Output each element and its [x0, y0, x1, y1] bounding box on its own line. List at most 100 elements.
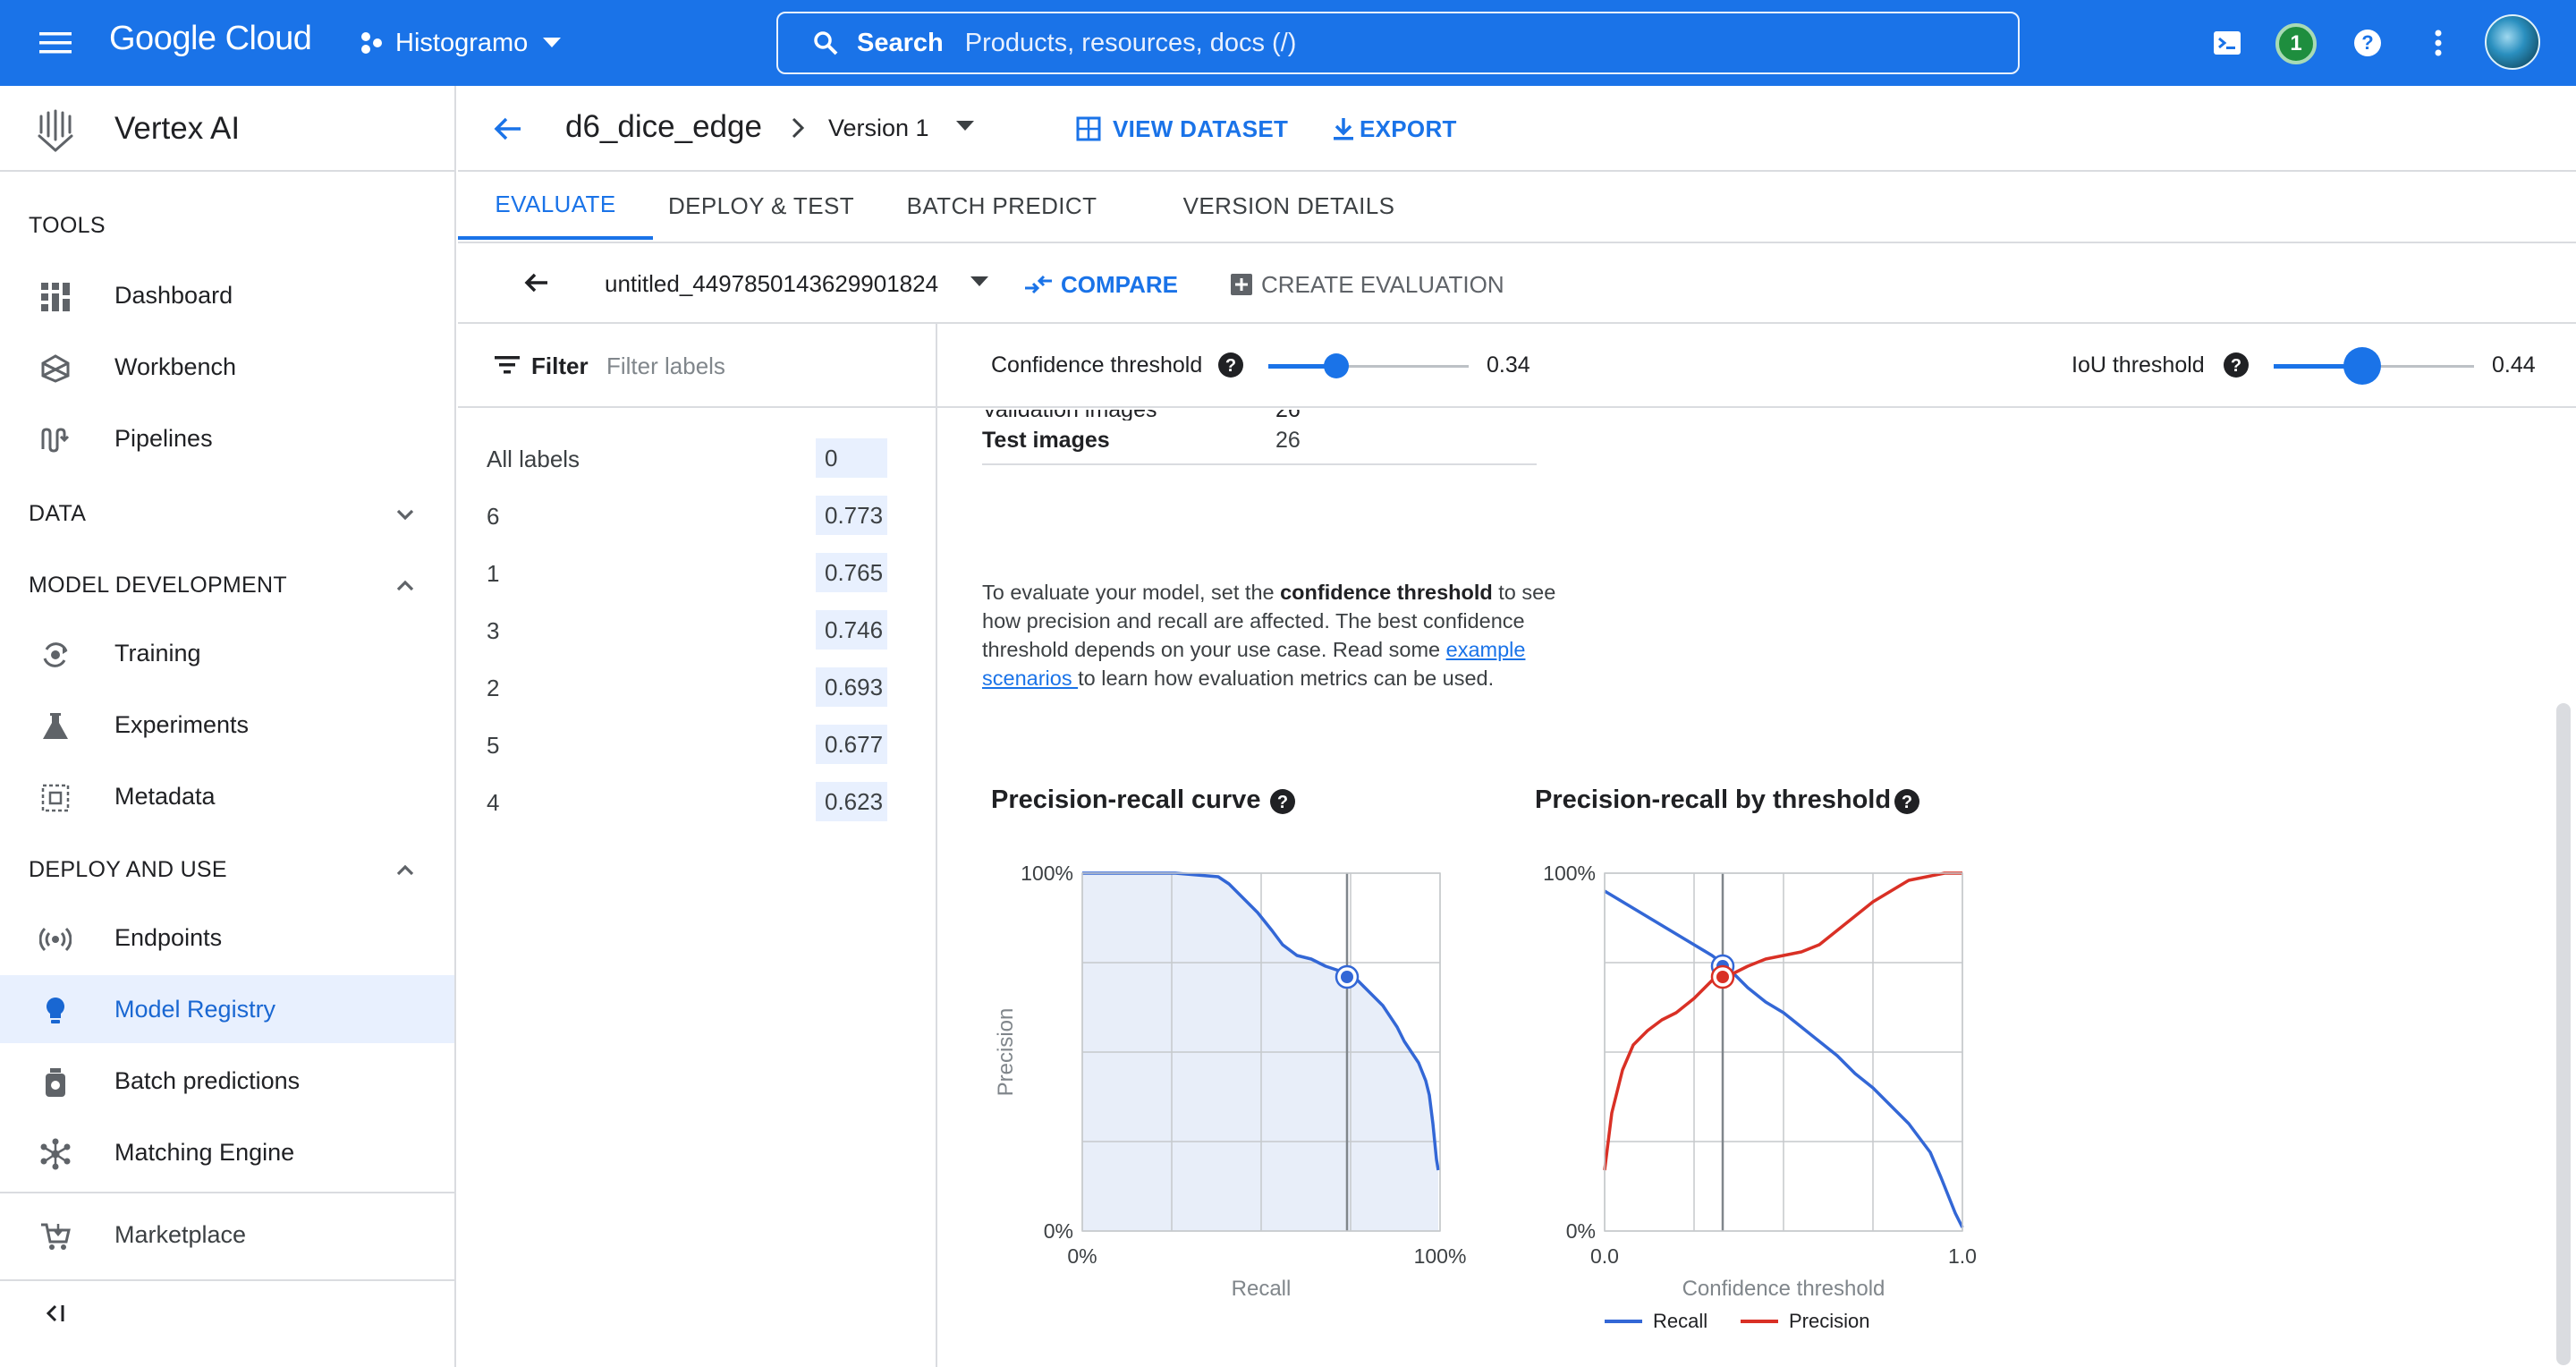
sidebar-item-endpoints[interactable]: Endpoints — [0, 904, 454, 972]
cloud-shell-icon[interactable] — [2209, 25, 2245, 61]
label-name: 2 — [487, 675, 500, 701]
label-row[interactable]: 4 0.623 — [458, 773, 937, 830]
training-icon — [39, 639, 72, 671]
filter-bar: Filter — [458, 324, 937, 408]
user-avatar[interactable] — [2485, 14, 2540, 70]
threshold-marker-dot — [1341, 971, 1353, 983]
search-bar[interactable]: Search — [776, 12, 2020, 74]
y-tick-label: 100% — [1021, 862, 1073, 885]
view-dataset-button[interactable]: VIEW DATASET — [1075, 109, 1288, 149]
more-vert-icon[interactable] — [2420, 25, 2456, 61]
chevron-down-icon — [394, 503, 417, 526]
label-row[interactable]: 1 0.765 — [458, 544, 937, 601]
slider-thumb[interactable] — [1324, 353, 1350, 378]
sidebar-item-experiments[interactable]: Experiments — [0, 691, 454, 759]
confidence-threshold-value: 0.34 — [1487, 352, 1530, 378]
evaluation-charts: 100%0%0% 100%RecallPrecision100%0%0.0 1.0C… — [994, 862, 1977, 1332]
iou-threshold-slider[interactable] — [2274, 347, 2474, 385]
content-scrollbar-thumb[interactable] — [2556, 703, 2571, 1365]
sidebar-item-dashboard[interactable]: Dashboard — [0, 261, 454, 329]
sidebar-item-training[interactable]: Training — [0, 619, 454, 687]
sidebar-item-label: Endpoints — [114, 923, 223, 951]
collapse-sidebar-icon[interactable] — [43, 1301, 70, 1326]
iou-threshold-value: 0.44 — [2492, 352, 2536, 378]
section-deploy-and-use-toggle[interactable]: DEPLOY AND USE — [0, 845, 456, 895]
sidebar-divider — [0, 1279, 454, 1281]
section-data: DATA — [29, 501, 87, 526]
sidebar-item-metadata[interactable]: Metadata — [0, 762, 454, 830]
label-row[interactable]: 2 0.693 — [458, 658, 937, 716]
label-row[interactable]: All labels 0 — [458, 429, 937, 487]
filter-labels-input[interactable] — [606, 347, 911, 385]
label-name: All labels — [487, 446, 580, 472]
compare-arrows-icon — [1023, 272, 1054, 297]
section-data-toggle[interactable]: DATA — [0, 488, 456, 539]
hamburger-menu-icon[interactable] — [36, 25, 75, 61]
sidebar-item-label: Marketplace — [114, 1220, 247, 1248]
section-tools: TOOLS — [29, 213, 106, 238]
sidebar-item-pipelines[interactable]: Pipelines — [0, 404, 454, 472]
tab-evaluate[interactable]: EVALUATE — [458, 172, 653, 240]
export-button[interactable]: EXPORT — [1331, 109, 1457, 149]
dashboard-icon — [39, 281, 72, 313]
svg-text:?: ? — [2231, 356, 2241, 376]
evaluation-selector[interactable]: untitled_4497850143629901824 — [605, 270, 938, 298]
labels-panel: Filter All labels 0 6 0.773 1 0.765 3 0.746 2 0.6… — [458, 324, 937, 1367]
project-selector[interactable]: Histogramo — [358, 25, 562, 61]
metadata-icon — [39, 782, 72, 814]
tab-version-details[interactable]: VERSION DETAILS — [1157, 172, 1420, 240]
slider-thumb[interactable] — [2343, 347, 2381, 385]
tab-deploy-test[interactable]: DEPLOY & TEST — [646, 172, 877, 240]
create-evaluation-button[interactable]: CREATE EVALUATION — [1229, 265, 1504, 304]
sidebar-item-label: Experiments — [114, 710, 250, 738]
batch-predictions-icon — [39, 1066, 72, 1099]
label-value: 0.773 — [816, 496, 887, 535]
dataset-grid-icon — [1075, 115, 1102, 142]
caret-down-icon[interactable] — [970, 276, 989, 288]
confidence-threshold-slider[interactable] — [1268, 347, 1469, 385]
evaluation-toolbar: untitled_4497850143629901824 COMPARE CRE… — [458, 243, 2576, 324]
search-icon — [812, 30, 839, 56]
sidebar-item-matching-engine[interactable]: Matching Engine — [0, 1118, 454, 1186]
compare-button[interactable]: COMPARE — [1023, 265, 1178, 304]
view-dataset-label: VIEW DATASET — [1113, 115, 1289, 142]
help-icon[interactable]: ? — [1216, 351, 1245, 379]
tab-batch-predict[interactable]: BATCH PREDICT — [896, 172, 1107, 240]
y-axis-title: Precision — [994, 1008, 1018, 1097]
filter-icon — [494, 352, 521, 378]
product-header: Vertex AI — [0, 86, 456, 172]
sidebar-item-model-registry[interactable]: Model Registry — [0, 975, 454, 1043]
chevron-up-icon — [394, 574, 417, 598]
search-input[interactable] — [964, 28, 1770, 58]
cart-icon — [39, 1220, 72, 1252]
label-row[interactable]: 3 0.746 — [458, 601, 937, 658]
help-icon[interactable]: ? — [2222, 351, 2250, 379]
label-value: 0.677 — [816, 725, 887, 764]
back-arrow-icon[interactable] — [490, 111, 526, 147]
sidebar-item-label: Metadata — [114, 782, 216, 810]
threshold-controls: Confidence threshold ? 0.34 IoU threshol… — [937, 324, 2576, 408]
section-model-development-toggle[interactable]: MODEL DEVELOPMENT — [0, 560, 456, 610]
version-selector[interactable]: Version 1 — [828, 115, 929, 142]
sidebar-item-label: Pipelines — [114, 424, 213, 452]
sidebar-item-batch-predictions[interactable]: Batch predictions — [0, 1047, 454, 1115]
label-value: 0 — [816, 438, 887, 478]
sidebar-item-workbench[interactable]: Workbench — [0, 333, 454, 401]
label-name: 4 — [487, 789, 500, 816]
filter-label: Filter — [531, 352, 589, 379]
back-arrow-icon[interactable] — [521, 267, 553, 299]
google-cloud-logo[interactable]: Google Cloud — [109, 20, 312, 58]
sidebar-item-marketplace[interactable]: Marketplace — [0, 1201, 454, 1269]
caret-down-icon[interactable] — [955, 120, 975, 132]
label-row[interactable]: 6 0.773 — [458, 487, 937, 544]
help-icon[interactable]: ? — [2350, 25, 2385, 61]
sidebar-item-label: Training — [114, 639, 201, 667]
top-app-bar: Google Cloud Histogramo Search 1 ? — [0, 0, 2576, 86]
label-row[interactable]: 5 0.677 — [458, 716, 937, 773]
download-icon — [1331, 115, 1356, 142]
iou-threshold-label: IoU threshold — [2072, 352, 2205, 378]
page-title: d6_dice_edge — [565, 109, 762, 144]
notifications-badge[interactable]: 1 — [2275, 23, 2317, 64]
y-tick-label: 0% — [1044, 1219, 1073, 1243]
lightbulb-icon — [39, 995, 72, 1027]
